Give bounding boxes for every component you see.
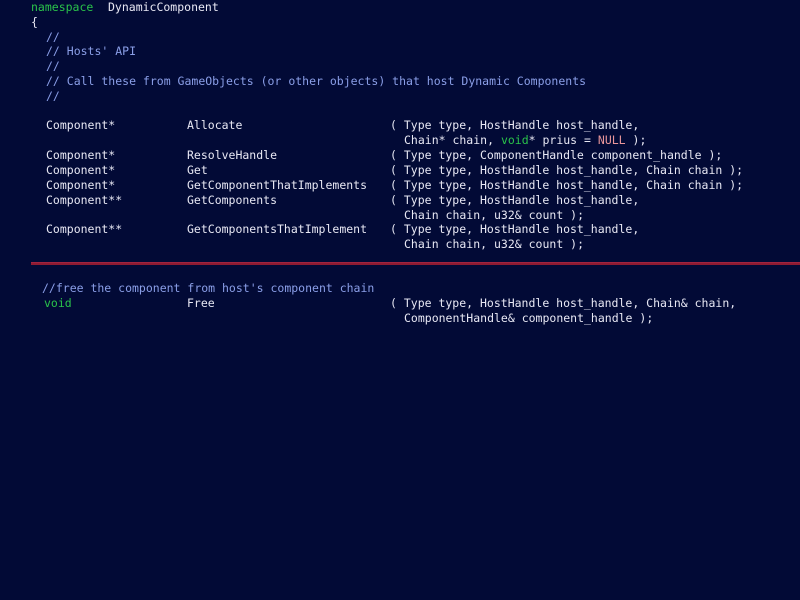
code-line-comment-3: // bbox=[0, 89, 800, 104]
namespace-name: DynamicComponent bbox=[108, 0, 219, 14]
comment-divider-1: // bbox=[46, 30, 60, 44]
function-args-getcomponents-line1: ( Type type, HostHandle host_handle, bbox=[390, 193, 640, 207]
comment-divider-3: // bbox=[46, 89, 60, 103]
declaration-row-getcomponents: Component** GetComponents ( Type type, H… bbox=[0, 193, 800, 208]
declaration-row-resolvehandle: Component* ResolveHandle ( Type type, Co… bbox=[0, 148, 800, 163]
code-line-comment-1: // bbox=[0, 30, 800, 45]
declaration-row-free-cont: ComponentHandle& component_handle ); bbox=[0, 311, 800, 326]
function-name-getcomponentthatimplements[interactable]: GetComponentThatImplements bbox=[187, 178, 367, 193]
function-args-getcomponentsthatimplement-line1: ( Type type, HostHandle host_handle, bbox=[390, 222, 640, 236]
return-type-getcomponents: Component** bbox=[46, 193, 123, 207]
function-name-allocate[interactable]: Allocate bbox=[187, 118, 242, 133]
declaration-row-allocate: Component* Allocate ( Type type, HostHan… bbox=[0, 118, 800, 133]
declaration-row-allocate-cont: Chain* chain, void* prius = NULL ); bbox=[0, 133, 800, 148]
code-line-open-brace: { bbox=[0, 15, 800, 30]
keyword-void-prius: void bbox=[500, 133, 529, 147]
code-editor-window: namespace DynamicComponent { // // Hosts… bbox=[0, 0, 800, 600]
args-allocate-chain: Chain* chain, bbox=[404, 133, 501, 147]
code-line-blank-1 bbox=[0, 104, 800, 119]
declaration-row-getcomponentthatimplements: Component* GetComponentThatImplements ( … bbox=[0, 178, 800, 193]
return-type-getcomponentthatimplements: Component* bbox=[46, 178, 116, 192]
keyword-namespace: namespace bbox=[31, 0, 94, 14]
function-args-allocate-line1: ( Type type, HostHandle host_handle, bbox=[390, 118, 640, 132]
comment-divider-2: // bbox=[46, 59, 60, 73]
return-type-free: void bbox=[44, 296, 72, 310]
code-line-comment-2: // bbox=[0, 59, 800, 74]
declaration-row-getcomponentsthatimplement-cont: Chain chain, u32& count ); bbox=[0, 237, 800, 252]
declaration-row-free: void Free ( Type type, HostHandle host_h… bbox=[0, 296, 800, 311]
comment-call-these: // Call these from GameObjects (or other… bbox=[46, 74, 587, 88]
constant-null: NULL bbox=[597, 133, 626, 147]
function-args-free-line1: ( Type type, HostHandle host_handle, Cha… bbox=[390, 296, 737, 310]
function-name-getcomponentsthatimplement[interactable]: GetComponentsThatImplement bbox=[187, 222, 367, 237]
function-args-getcomponentthatimplements: ( Type type, HostHandle host_handle, Cha… bbox=[390, 178, 744, 192]
return-type-getcomponentsthatimplement: Component** bbox=[46, 222, 123, 236]
declaration-row-getcomponentsthatimplement: Component** GetComponentsThatImplement (… bbox=[0, 222, 800, 237]
function-name-resolvehandle[interactable]: ResolveHandle bbox=[187, 148, 277, 163]
code-surface[interactable]: namespace DynamicComponent { // // Hosts… bbox=[0, 0, 800, 600]
declaration-row-get: Component* Get ( Type type, HostHandle h… bbox=[0, 163, 800, 178]
function-args-free-line2: ComponentHandle& component_handle ); bbox=[404, 311, 654, 325]
return-type-allocate: Component* bbox=[46, 118, 116, 132]
function-args-resolvehandle: ( Type type, ComponentHandle component_h… bbox=[390, 148, 723, 162]
args-allocate-close: ); bbox=[625, 133, 647, 147]
code-line-blank-2 bbox=[0, 208, 800, 223]
function-name-free[interactable]: Free bbox=[187, 296, 215, 311]
open-brace: { bbox=[31, 15, 38, 29]
comment-free-the-component: //free the component from host's compone… bbox=[42, 281, 375, 295]
section-separator-rule bbox=[31, 262, 800, 265]
code-line-comment-call-these: // Call these from GameObjects (or other… bbox=[0, 74, 800, 89]
code-line-comment-free: //free the component from host's compone… bbox=[0, 281, 800, 296]
code-line-comment-hosts-api: // Hosts' API bbox=[0, 44, 800, 59]
function-args-getcomponentsthatimplement-line2: Chain chain, u32& count ); bbox=[404, 237, 585, 251]
code-line-namespace: namespace DynamicComponent bbox=[0, 0, 800, 15]
args-allocate-prius: * prius = bbox=[528, 133, 598, 147]
function-args-get: ( Type type, HostHandle host_handle, Cha… bbox=[390, 163, 744, 177]
return-type-resolvehandle: Component* bbox=[46, 148, 116, 162]
function-args-allocate-line2: Chain* chain, void* prius = NULL ); bbox=[404, 133, 646, 148]
comment-hosts-api: // Hosts' API bbox=[46, 44, 137, 58]
return-type-get: Component* bbox=[46, 163, 116, 177]
function-name-getcomponents[interactable]: GetComponents bbox=[187, 193, 277, 208]
function-name-get[interactable]: Get bbox=[187, 163, 208, 178]
